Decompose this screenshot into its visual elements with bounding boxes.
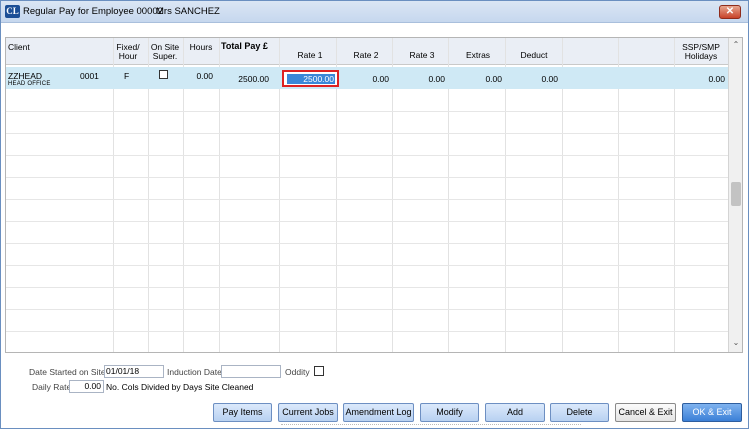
app-logo-icon: CL <box>5 5 20 18</box>
scroll-up-icon[interactable]: ⌃ <box>731 40 741 50</box>
add-button[interactable]: Add <box>485 403 545 422</box>
col-header-rate3[interactable]: Rate 3 <box>394 50 450 60</box>
date-started-label: Date Started on Site <box>29 367 106 377</box>
cell-rate2: 0.00 <box>372 74 389 84</box>
cell-fixed-hour: F <box>124 71 130 81</box>
window-title: Regular Pay for Employee 00002 <box>23 6 163 17</box>
pay-items-button[interactable]: Pay Items <box>213 403 272 422</box>
modify-button[interactable]: Modify <box>420 403 479 422</box>
col-header-rate2[interactable]: Rate 2 <box>338 50 394 60</box>
row-divider <box>6 111 728 112</box>
delete-button[interactable]: Delete <box>550 403 609 422</box>
row-divider <box>6 309 728 310</box>
rate1-selected-text[interactable]: 2500.00 <box>287 74 335 84</box>
ok-exit-button[interactable]: OK & Exit <box>682 403 742 422</box>
col-header-hours[interactable]: Hours <box>184 42 218 52</box>
col-header-onsite-2[interactable]: Super. <box>149 51 181 61</box>
row-divider <box>6 199 728 200</box>
cell-client-sub: HEAD OFFICE <box>8 81 51 87</box>
grid-header: Client Fixed/ Hour On Site Super. Hours … <box>6 38 728 65</box>
col-header-ssp-2[interactable]: Holidays <box>676 51 726 61</box>
employee-name: Mrs SANCHEZ <box>156 6 220 17</box>
rate1-edit-field[interactable]: 2500.00 <box>282 70 339 87</box>
row-divider <box>6 331 728 332</box>
regular-pay-window: CL Regular Pay for Employee 00002 Mrs SA… <box>0 0 749 429</box>
cols-divided-note: No. Cols Divided by Days Site Cleaned <box>106 382 254 392</box>
status-strip <box>281 424 581 428</box>
col-header-fixed-hour-2[interactable]: Hour <box>114 51 142 61</box>
col-header-rate1[interactable]: Rate 1 <box>282 50 338 60</box>
daily-rate-field[interactable]: 0.00 <box>69 380 104 393</box>
daily-rate-label: Daily Rate <box>32 382 72 392</box>
row-divider <box>6 221 728 222</box>
vertical-scrollbar[interactable]: ⌃ ⌄ <box>728 38 742 352</box>
col-header-deduct[interactable]: Deduct <box>506 50 562 60</box>
cell-total-pay: 2500.00 <box>238 74 269 84</box>
cell-deduct: 0.00 <box>541 74 558 84</box>
close-button[interactable]: ✕ <box>719 5 741 19</box>
scrollbar-thumb[interactable] <box>731 182 741 206</box>
col-header-total-pay[interactable]: Total Pay £ <box>221 41 268 51</box>
row-divider <box>6 243 728 244</box>
cell-code: 0001 <box>80 71 99 81</box>
row-divider <box>6 133 728 134</box>
date-started-field[interactable]: 01/01/18 <box>104 365 164 378</box>
onsite-super-checkbox[interactable] <box>159 70 168 79</box>
cell-ssp-holidays: 0.00 <box>708 74 725 84</box>
cell-client: ZZHEAD <box>8 71 42 81</box>
col-header-client[interactable]: Client <box>8 42 30 52</box>
row-divider <box>6 177 728 178</box>
cancel-exit-button[interactable]: Cancel & Exit <box>615 403 676 422</box>
row-divider <box>6 287 728 288</box>
row-divider <box>6 155 728 156</box>
current-jobs-button[interactable]: Current Jobs <box>278 403 338 422</box>
cell-extras: 0.00 <box>485 74 502 84</box>
col-header-extras[interactable]: Extras <box>450 50 506 60</box>
induction-date-field[interactable] <box>221 365 281 378</box>
title-bar: CL Regular Pay for Employee 00002 Mrs SA… <box>1 1 748 23</box>
oddity-label: Oddity <box>285 367 310 377</box>
cell-rate3: 0.00 <box>428 74 445 84</box>
induction-date-label: Induction Date <box>167 367 222 377</box>
scroll-down-icon[interactable]: ⌄ <box>731 338 741 348</box>
row-divider <box>6 265 728 266</box>
cell-hours: 0.00 <box>196 71 213 81</box>
oddity-checkbox[interactable] <box>314 366 324 376</box>
table-row[interactable]: ZZHEAD HEAD OFFICE 0001 F 0.00 2500.00 0… <box>6 67 728 89</box>
pay-grid: Client Fixed/ Hour On Site Super. Hours … <box>5 37 743 353</box>
amendment-log-button[interactable]: Amendment Log <box>343 403 414 422</box>
